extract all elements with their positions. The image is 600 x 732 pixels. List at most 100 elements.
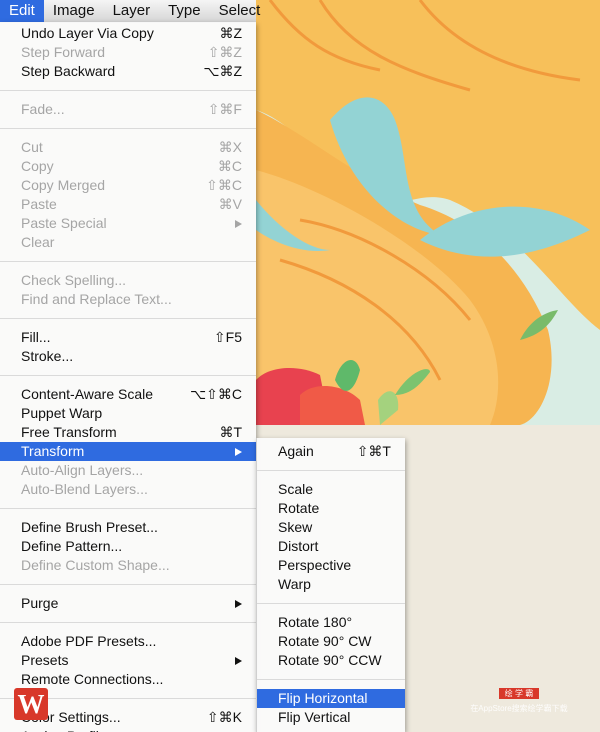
photoshop-screen: Edit Image Layer Type Select Undo Layer Via … xyxy=(0,0,600,732)
menu-separator xyxy=(257,602,405,604)
menu-item-shortcut: ⇧⌘T xyxy=(356,443,391,459)
menu-item-label: Fade... xyxy=(21,101,65,117)
transform-menu-item-rotate-90-ccw[interactable]: Rotate 90° CCW xyxy=(257,651,405,670)
menu-separator xyxy=(257,469,405,471)
transform-menu-item-rotate-180[interactable]: Rotate 180° xyxy=(257,613,405,632)
edit-menu-item-auto-align-layers: Auto-Align Layers... xyxy=(0,461,256,480)
menu-separator xyxy=(0,127,256,129)
edit-menu-item-stroke[interactable]: Stroke... xyxy=(0,347,256,366)
menu-separator xyxy=(0,621,256,623)
menubar-item-image[interactable]: Image xyxy=(44,0,104,22)
menu-item-label: Assign Profile... xyxy=(21,727,118,732)
menu-item-label: Step Backward xyxy=(21,63,116,79)
menu-item-shortcut: ⇧⌘Z xyxy=(207,44,242,60)
menu-separator xyxy=(0,583,256,585)
menu-item-label: Flip Vertical xyxy=(278,709,351,725)
submenu-arrow-icon xyxy=(235,600,242,608)
menu-item-label: Free Transform xyxy=(21,424,117,440)
app-logo: W xyxy=(14,688,48,720)
menu-separator xyxy=(0,507,256,509)
menu-item-shortcut: ⇧⌘K xyxy=(206,709,242,725)
menu-item-shortcut: ⌘Z xyxy=(219,25,242,41)
transform-menu-item-rotate[interactable]: Rotate xyxy=(257,499,405,518)
edit-menu-item-paste: Paste ⌘V xyxy=(0,195,256,214)
menu-item-label: Content-Aware Scale xyxy=(21,386,154,402)
edit-menu-item-free-transform[interactable]: Free Transform ⌘T xyxy=(0,423,256,442)
transform-menu-item-perspective[interactable]: Perspective xyxy=(257,556,405,575)
menubar-item-layer[interactable]: Layer xyxy=(104,0,160,22)
menu-separator xyxy=(0,260,256,262)
menu-item-shortcut: ⌘X xyxy=(218,139,242,155)
edit-menu-item-remote-connections[interactable]: Remote Connections... xyxy=(0,670,256,689)
edit-menu-item-step-forward: Step Forward ⇧⌘Z xyxy=(0,43,256,62)
transform-menu-item-flip-vertical[interactable]: Flip Vertical xyxy=(257,708,405,727)
menu-item-label: Undo Layer Via Copy xyxy=(21,25,154,41)
transform-menu-item-rotate-90-cw[interactable]: Rotate 90° CW xyxy=(257,632,405,651)
menu-item-label: Find and Replace Text... xyxy=(21,291,172,307)
menu-item-shortcut: ⌥⌘Z xyxy=(203,63,242,79)
menu-item-label: Adobe PDF Presets... xyxy=(21,633,157,649)
menu-item-label: Auto-Align Layers... xyxy=(21,462,144,478)
edit-menu-item-puppet-warp[interactable]: Puppet Warp xyxy=(0,404,256,423)
menubar-item-edit[interactable]: Edit xyxy=(0,0,44,22)
menu-item-label: Puppet Warp xyxy=(21,405,103,421)
menu-item-shortcut: ⇧⌘F xyxy=(207,101,242,117)
edit-menu: Undo Layer Via Copy ⌘Z Step Forward ⇧⌘Z Step… xyxy=(0,22,256,732)
menu-item-shortcut: ⇧F5 xyxy=(213,329,242,345)
edit-menu-item-find-and-replace-text: Find and Replace Text... xyxy=(0,290,256,309)
edit-menu-item-transform[interactable]: Transform xyxy=(0,442,256,461)
menu-item-label: Cut xyxy=(21,139,43,155)
edit-menu-item-presets[interactable]: Presets xyxy=(0,651,256,670)
transform-menu-item-distort[interactable]: Distort xyxy=(257,537,405,556)
menu-item-shortcut: ⌘T xyxy=(219,424,242,440)
menu-item-label: Rotate 90° CCW xyxy=(278,652,382,668)
menu-item-shortcut: ⌘V xyxy=(218,196,242,212)
menu-item-label: Transform xyxy=(21,443,85,459)
edit-menu-item-fill[interactable]: Fill... ⇧F5 xyxy=(0,328,256,347)
menu-item-label: Skew xyxy=(278,519,313,535)
edit-menu-item-step-backward[interactable]: Step Backward ⌥⌘Z xyxy=(0,62,256,81)
menu-item-label: Define Pattern... xyxy=(21,538,123,554)
menu-item-label: Define Custom Shape... xyxy=(21,557,170,573)
menubar-item-type[interactable]: Type xyxy=(159,0,210,22)
menu-item-label: Stroke... xyxy=(21,348,74,364)
menu-item-label: Copy xyxy=(21,158,54,174)
watermark-brand: 绘 学 霸 xyxy=(498,688,540,699)
transform-submenu: Again ⇧⌘T Scale Rotate Skew Distort Perspectiv… xyxy=(256,438,405,732)
edit-menu-item-paste-special: Paste Special xyxy=(0,214,256,233)
menubar-item-select[interactable]: Select xyxy=(210,0,270,22)
menu-item-label: Define Brush Preset... xyxy=(21,519,158,535)
menu-item-shortcut: ⌘C xyxy=(217,158,242,174)
transform-menu-item-skew[interactable]: Skew xyxy=(257,518,405,537)
edit-menu-item-check-spelling: Check Spelling... xyxy=(0,271,256,290)
edit-menu-item-define-brush-preset[interactable]: Define Brush Preset... xyxy=(0,518,256,537)
transform-menu-item-flip-horizontal[interactable]: Flip Horizontal xyxy=(257,689,405,708)
menu-separator xyxy=(257,678,405,680)
edit-menu-item-define-pattern[interactable]: Define Pattern... xyxy=(0,537,256,556)
menu-item-label: Remote Connections... xyxy=(21,671,164,687)
menu-item-label: Again xyxy=(278,443,314,459)
menu-item-label: Purge xyxy=(21,595,59,611)
edit-menu-item-content-aware-scale[interactable]: Content-Aware Scale ⌥⇧⌘C xyxy=(0,385,256,404)
edit-menu-item-assign-profile[interactable]: Assign Profile... xyxy=(0,727,256,732)
menu-separator xyxy=(0,374,256,376)
edit-menu-item-copy-merged: Copy Merged ⇧⌘C xyxy=(0,176,256,195)
transform-menu-item-warp[interactable]: Warp xyxy=(257,575,405,594)
menu-item-label: Check Spelling... xyxy=(21,272,127,288)
submenu-arrow-icon xyxy=(235,448,242,456)
menu-item-label: Flip Horizontal xyxy=(278,690,368,706)
menu-item-label: Perspective xyxy=(278,557,352,573)
transform-menu-item-again[interactable]: Again ⇧⌘T xyxy=(257,442,405,461)
menu-item-label: Auto-Blend Layers... xyxy=(21,481,148,497)
menu-item-label: Rotate 90° CW xyxy=(278,633,372,649)
menu-item-label: Copy Merged xyxy=(21,177,106,193)
menu-item-label: Fill... xyxy=(21,329,51,345)
watermark-line3: 在AppStore搜索绘学霸下载 xyxy=(470,704,568,713)
submenu-arrow-icon xyxy=(235,220,242,228)
menu-item-label: Paste Special xyxy=(21,215,107,231)
edit-menu-item-adobe-pdf-presets[interactable]: Adobe PDF Presets... xyxy=(0,632,256,651)
edit-menu-item-purge[interactable]: Purge xyxy=(0,594,256,613)
menu-item-label: Scale xyxy=(278,481,314,497)
transform-menu-item-scale[interactable]: Scale xyxy=(257,480,405,499)
edit-menu-item-undo-layer-via-copy[interactable]: Undo Layer Via Copy ⌘Z xyxy=(0,24,256,43)
